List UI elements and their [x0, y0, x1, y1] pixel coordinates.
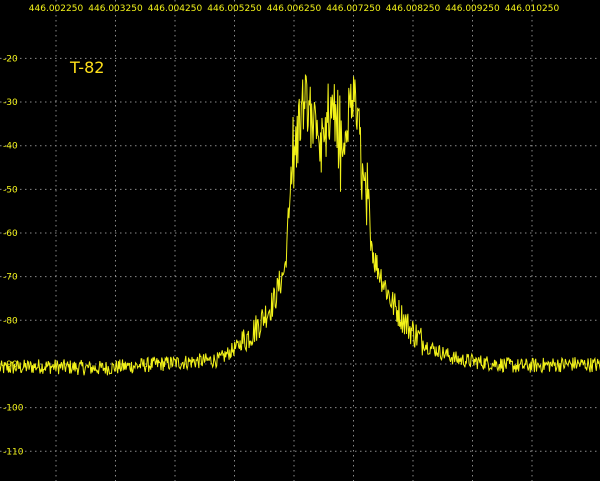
x-tick-labels: 446.002250 446.003250 446.004250 446.005250…: [29, 4, 560, 14]
x-tick-label: 446.007250: [326, 4, 381, 14]
y-tick-label: -110: [3, 447, 24, 457]
x-tick-label: 446.010250: [505, 4, 560, 14]
y-tick-label: -80: [3, 316, 18, 326]
y-tick-label: -20: [3, 54, 18, 64]
y-tick-label: -100: [3, 404, 24, 414]
y-tick-label: -30: [3, 98, 18, 108]
y-tick-label: -50: [3, 185, 18, 195]
x-tick-label: 446.008250: [386, 4, 441, 14]
x-tick-label: 446.002250: [29, 4, 84, 14]
y-tick-label: -60: [3, 229, 18, 239]
y-tick-label: -40: [3, 142, 18, 152]
y-tick-label: -70: [3, 273, 18, 283]
x-tick-label: 446.005250: [207, 4, 262, 14]
chart-title: T-82: [70, 58, 105, 77]
x-tick-label: 446.004250: [148, 4, 203, 14]
x-tick-label: 446.003250: [88, 4, 143, 14]
x-tick-label: 446.006250: [267, 4, 322, 14]
x-tick-label: 446.009250: [445, 4, 500, 14]
